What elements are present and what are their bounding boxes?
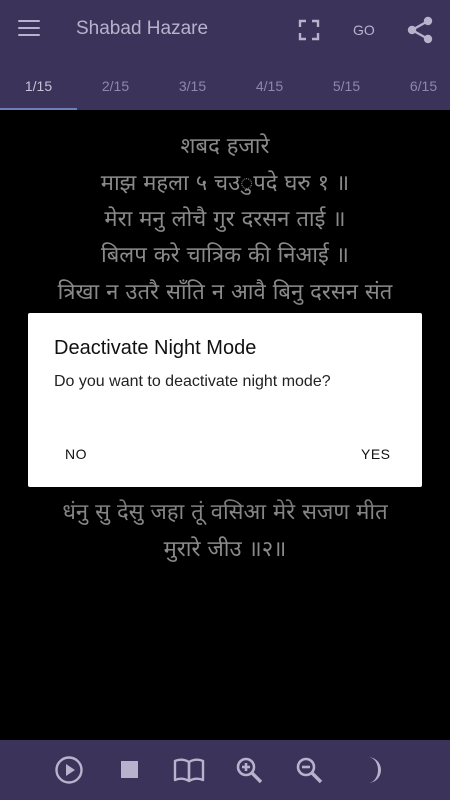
zoom-out-icon[interactable] <box>294 755 324 785</box>
tab-page-5[interactable]: 5/15 <box>308 62 385 110</box>
tab-page-2[interactable]: 2/15 <box>77 62 154 110</box>
tab-page-6[interactable]: 6/15 <box>385 62 450 110</box>
fullscreen-icon[interactable] <box>298 19 320 41</box>
dialog-title: Deactivate Night Mode <box>54 337 257 359</box>
tab-page-4[interactable]: 4/15 <box>231 62 308 110</box>
app-bar: Shabad Hazare GO <box>0 0 450 62</box>
dialog-message: Do you want to deactivate night mode? <box>54 373 331 390</box>
moon-icon[interactable] <box>356 755 386 785</box>
zoom-in-icon[interactable] <box>234 755 264 785</box>
page-title: Shabad Hazare <box>76 18 209 39</box>
yes-button[interactable]: YES <box>361 446 391 462</box>
bottom-toolbar <box>0 740 450 800</box>
no-button[interactable]: NO <box>65 446 87 462</box>
night-mode-dialog: Deactivate Night Mode Do you want to dea… <box>28 313 422 487</box>
tab-page-1[interactable]: 1/15 <box>0 62 77 110</box>
menu-icon[interactable] <box>18 20 40 38</box>
page-tabs: 1/15 2/15 3/15 4/15 5/15 6/15 <box>0 62 450 110</box>
tab-page-3[interactable]: 3/15 <box>154 62 231 110</box>
share-icon[interactable] <box>405 15 435 45</box>
book-icon[interactable] <box>173 755 205 785</box>
stop-icon[interactable] <box>115 755 145 785</box>
play-icon[interactable] <box>54 755 84 785</box>
go-button[interactable]: GO <box>353 22 375 38</box>
